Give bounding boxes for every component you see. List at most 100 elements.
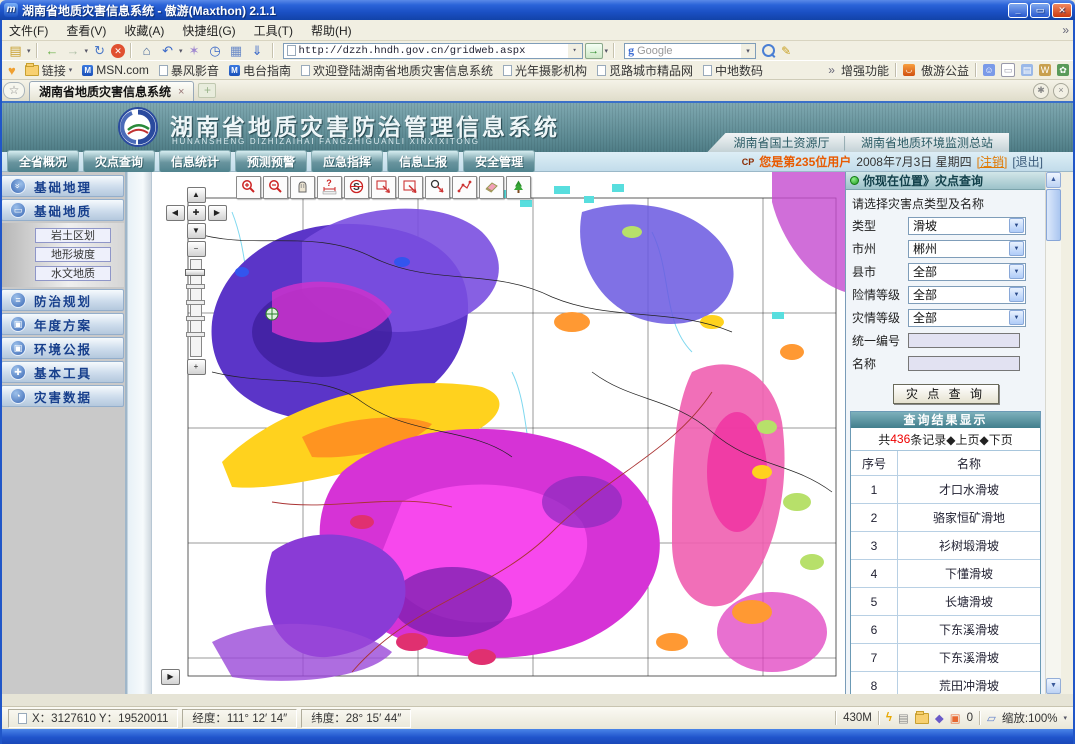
zoom-slider-handle[interactable] <box>185 269 205 276</box>
image-blocker-icon[interactable]: ▣ <box>950 711 961 725</box>
popup-blocker-icon[interactable]: ▭ <box>1001 63 1015 77</box>
sidebar-splitter[interactable] <box>125 172 152 694</box>
pan-east-button[interactable]: ▶ <box>161 669 180 685</box>
toolbar-overflow-icon[interactable]: » <box>1062 23 1069 37</box>
url-dropdown-icon[interactable]: ▾ <box>568 44 582 58</box>
links-bar-item-6[interactable]: 觅路城市精品网 <box>592 62 698 79</box>
input-0[interactable] <box>908 333 1020 348</box>
links-bar-item-7[interactable]: 中地数码 <box>698 62 768 79</box>
links-bar-item-2[interactable]: 暴风影音 <box>154 62 224 79</box>
table-row[interactable]: 4下懂滑坡 <box>851 560 1040 588</box>
undo-caret-icon[interactable]: ▾ <box>179 47 183 55</box>
folder-icon[interactable] <box>915 713 929 724</box>
nav-tab-0[interactable]: 全省概况 <box>7 150 79 173</box>
go-caret-icon[interactable]: ▾ <box>605 47 609 55</box>
links-bar-item-5[interactable]: 光年摄影机构 <box>498 62 592 79</box>
plugin-icon[interactable]: ✿ <box>1057 64 1069 76</box>
scroll-down-icon[interactable]: ▼ <box>1046 678 1061 694</box>
pan-right-button[interactable]: ▶ <box>208 205 227 221</box>
printer-icon[interactable]: ▤ <box>898 711 909 725</box>
new-page-icon[interactable]: ▤ <box>6 42 25 59</box>
table-row[interactable]: 7下东溪滑坡 <box>851 644 1040 672</box>
menu-item-2[interactable]: 收藏(A) <box>115 20 173 41</box>
scrollbar-thumb[interactable] <box>1046 189 1061 241</box>
map-tool-measure-distance-button[interactable]: ? <box>317 176 342 199</box>
home-icon[interactable]: ⌂ <box>137 42 156 59</box>
search-engine-caret-icon[interactable]: ▾ <box>741 44 755 58</box>
links-bar-item-0[interactable]: 链接▾ <box>20 62 78 79</box>
org-link-land-resources[interactable]: 湖南省国土资源厅 <box>733 134 829 151</box>
highlight-icon[interactable]: ✎ <box>781 44 791 58</box>
sidebar-item-4[interactable]: ▣环境公报 <box>1 337 124 359</box>
download-icon[interactable]: ⇓ <box>248 42 267 59</box>
map-tool-zoom-box-button[interactable] <box>371 176 396 199</box>
tab-list-close-icon[interactable]: × <box>1053 83 1069 99</box>
minimize-button[interactable]: _ <box>1008 3 1028 18</box>
notes-icon[interactable]: ▤ <box>1021 64 1033 76</box>
center-map-button[interactable]: ✚ <box>187 205 206 221</box>
menu-item-3[interactable]: 快捷组(G) <box>173 20 244 41</box>
next-page-link[interactable]: ◆下页 <box>980 431 1013 448</box>
org-link-geo-monitoring[interactable]: 湖南省地质环境监测总站 <box>861 134 993 151</box>
sidebar-item-2[interactable]: ≡防治规划 <box>1 289 124 311</box>
sidebar-item-6[interactable]: ◔灾害数据 <box>1 385 124 407</box>
map-tool-zoom-in-button[interactable] <box>236 176 261 199</box>
search-icon[interactable] <box>762 44 775 57</box>
charity-link[interactable]: 傲游公益 <box>921 62 969 79</box>
nav-tab-1[interactable]: 灾点查询 <box>83 150 155 173</box>
menu-item-0[interactable]: 文件(F) <box>0 20 57 41</box>
disaster-query-button[interactable]: 灾 点 查 询 <box>893 384 999 404</box>
sidebar-subitem-0[interactable]: 岩土区划 <box>35 228 111 243</box>
zoom-window-icon[interactable]: ▱ <box>987 711 996 725</box>
tab-tools-icon[interactable]: ✱ <box>1033 83 1049 99</box>
refresh-icon[interactable]: ↻ <box>90 42 109 59</box>
stop-icon[interactable]: ✕ <box>111 44 125 58</box>
links-bar-item-1[interactable]: MMSN.com <box>77 63 154 77</box>
sidebar-subitem-1[interactable]: 地形坡度 <box>35 247 111 262</box>
map-viewport[interactable]: ?S ▲ ◀ ✚ ▶ ▼ − + ▶ <box>152 172 845 694</box>
map-tool-legend-tree-button[interactable] <box>506 176 531 199</box>
sidebar-item-5[interactable]: ✚基本工具 <box>1 361 124 383</box>
links-bar-item-4[interactable]: 欢迎登陆湖南省地质灾害信息系统 <box>296 62 498 79</box>
nav-tab-3[interactable]: 预测预警 <box>235 150 307 173</box>
map-tool-identify-button[interactable] <box>425 176 450 199</box>
table-row[interactable]: 5长塘滑坡 <box>851 588 1040 616</box>
geological-map[interactable] <box>152 172 845 694</box>
dropdown-1[interactable]: 郴州▼ <box>908 240 1026 258</box>
enhance-menu[interactable]: 增强功能 <box>841 62 889 79</box>
zoom-caret-icon[interactable]: ▾ <box>1063 714 1067 722</box>
history-icon[interactable]: ◷ <box>206 42 225 59</box>
tab-close-icon[interactable]: × <box>178 86 184 98</box>
messenger-icon[interactable]: ☺ <box>983 64 995 76</box>
menu-item-1[interactable]: 查看(V) <box>57 20 115 41</box>
sidebar-item-0[interactable]: »基础地理 <box>1 175 124 197</box>
chevron-down-icon[interactable]: ▼ <box>1009 310 1024 325</box>
row-name[interactable]: 长塘滑坡 <box>898 588 1041 616</box>
row-name[interactable]: 下东溪滑坡 <box>898 616 1041 644</box>
chevron-down-icon[interactable]: ▼ <box>1009 241 1024 256</box>
favorites-heart-icon[interactable]: ♥ <box>4 63 20 78</box>
address-bar[interactable]: http://dzzh.hndh.gov.cn/gridweb.aspx ▾ <box>283 43 583 59</box>
pan-down-button[interactable]: ▼ <box>187 223 206 239</box>
row-name[interactable]: 衫树塅滑坡 <box>898 532 1041 560</box>
sidebar-subitem-2[interactable]: 水文地质 <box>35 266 111 281</box>
dropdown-2[interactable]: 全部▼ <box>908 263 1026 281</box>
history-caret-icon[interactable]: ▾ <box>85 47 89 55</box>
dropdown-0[interactable]: 滑坡▼ <box>908 217 1026 235</box>
chevron-down-icon[interactable]: ▼ <box>1009 287 1024 302</box>
pan-left-button[interactable]: ◀ <box>166 205 185 221</box>
zoom-out-step-button[interactable]: − <box>187 241 206 257</box>
table-row[interactable]: 1才口水滑坡 <box>851 476 1040 504</box>
map-tool-eraser-button[interactable] <box>479 176 504 199</box>
row-name[interactable]: 荒田冲滑坡 <box>898 672 1041 695</box>
scroll-up-icon[interactable]: ▲ <box>1046 172 1061 188</box>
table-row[interactable]: 2骆家恒矿滑地 <box>851 504 1040 532</box>
links-overflow-icon[interactable]: » <box>828 63 835 77</box>
links-bar-item-3[interactable]: M电台指南 <box>224 62 296 79</box>
zoom-slider[interactable] <box>190 259 202 357</box>
nav-tab-6[interactable]: 安全管理 <box>463 150 535 173</box>
zoom-level[interactable]: 缩放:100% <box>1002 710 1058 726</box>
close-button[interactable]: ✕ <box>1052 3 1072 18</box>
maxthon-charity-icon[interactable]: ◡ <box>903 64 915 76</box>
logout-link[interactable]: [注销] <box>977 153 1008 170</box>
